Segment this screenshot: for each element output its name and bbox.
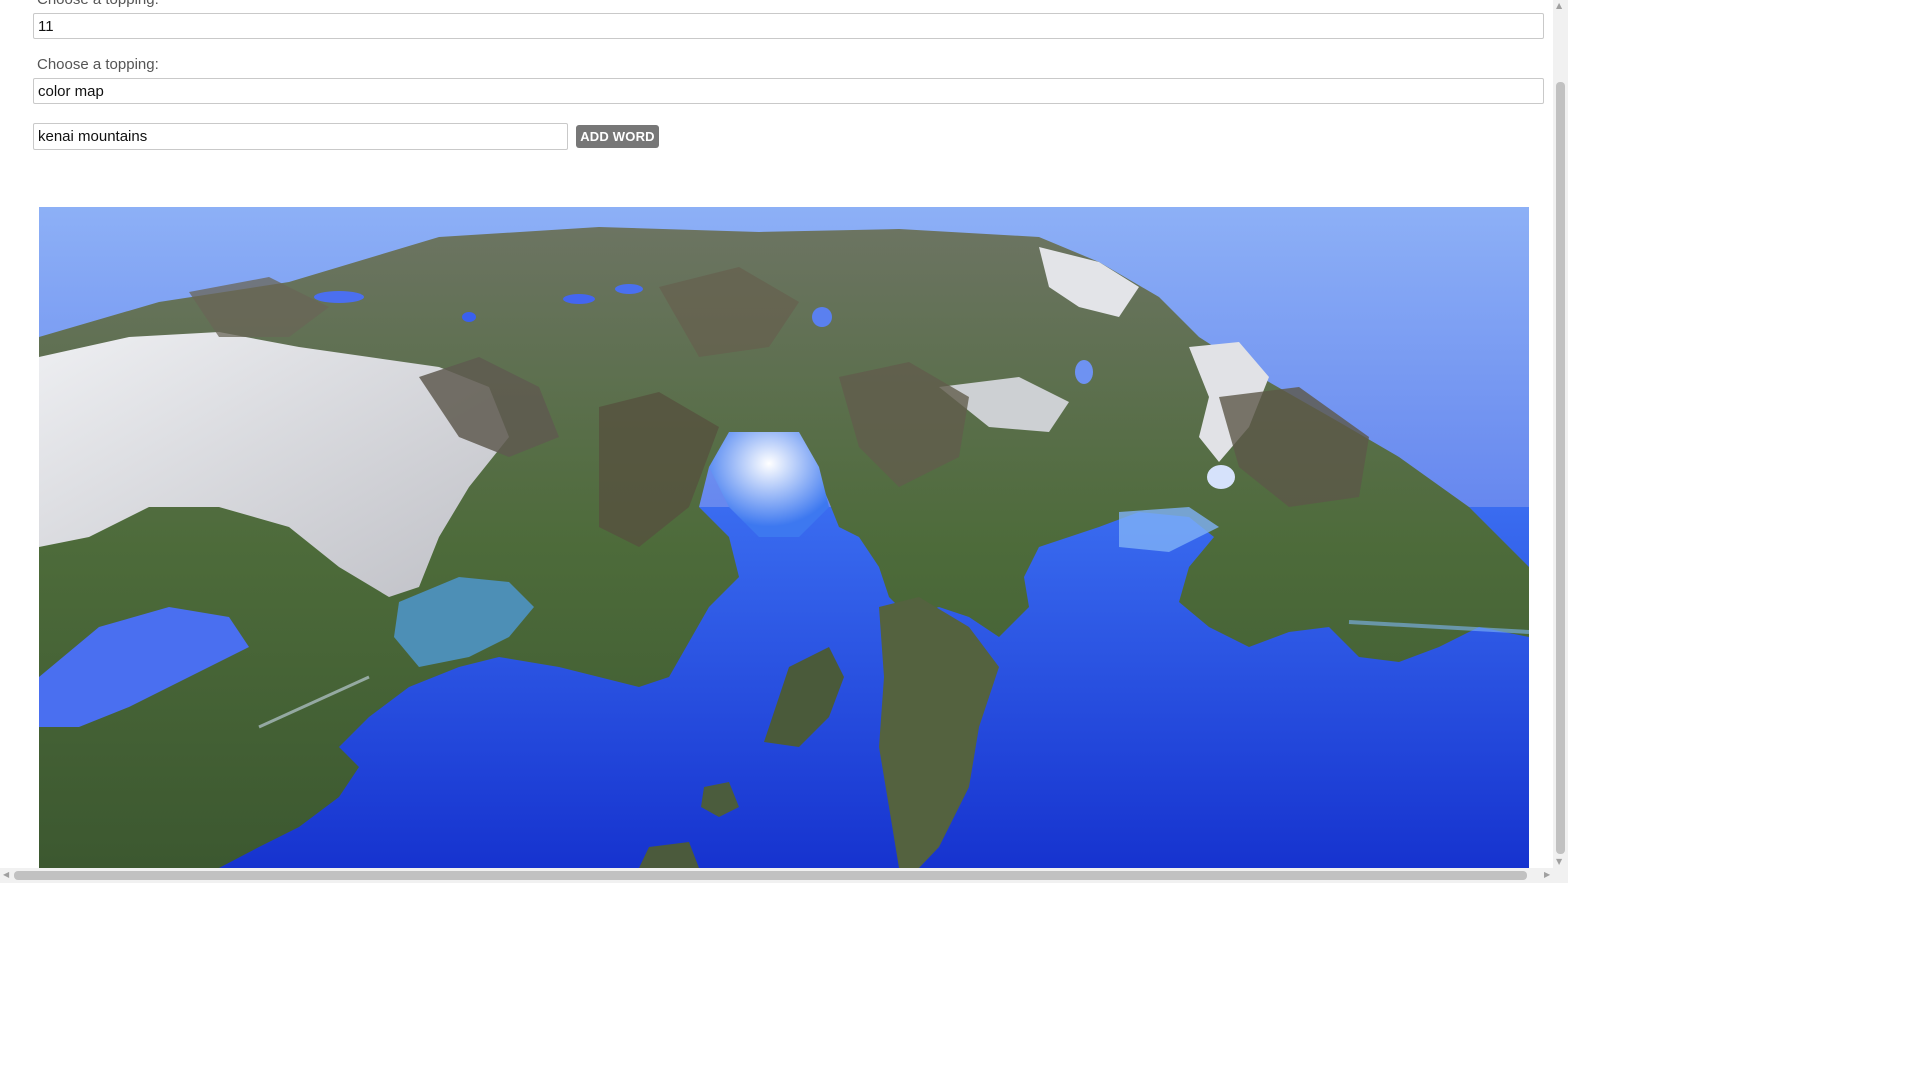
scroll-down-arrow-icon[interactable]: ▼ xyxy=(1556,858,1562,866)
scroll-left-arrow-icon[interactable]: ◀ xyxy=(3,871,9,879)
horizontal-scrollbar[interactable]: ◀ ▶ xyxy=(0,868,1568,883)
add-word-button[interactable]: ADD WORD xyxy=(576,125,659,148)
topping-input-2[interactable] xyxy=(33,78,1544,104)
scroll-up-arrow-icon[interactable]: ▲ xyxy=(1556,2,1562,10)
topping-label-2: Choose a topping: xyxy=(37,56,159,73)
topping-label-1: Choose a topping: xyxy=(37,0,159,8)
terrain-render-canvas[interactable] xyxy=(39,207,1529,868)
word-input[interactable] xyxy=(33,123,568,150)
vertical-scrollbar-thumb[interactable] xyxy=(1556,82,1565,854)
terrain-render-image xyxy=(39,207,1529,868)
horizontal-scrollbar-thumb[interactable] xyxy=(14,871,1527,880)
page: Choose a topping: Choose a topping: ADD … xyxy=(0,0,1568,883)
topping-input-1[interactable] xyxy=(33,13,1544,39)
vertical-scrollbar[interactable]: ▲ ▼ xyxy=(1553,0,1568,868)
scroll-right-arrow-icon[interactable]: ▶ xyxy=(1544,871,1550,879)
